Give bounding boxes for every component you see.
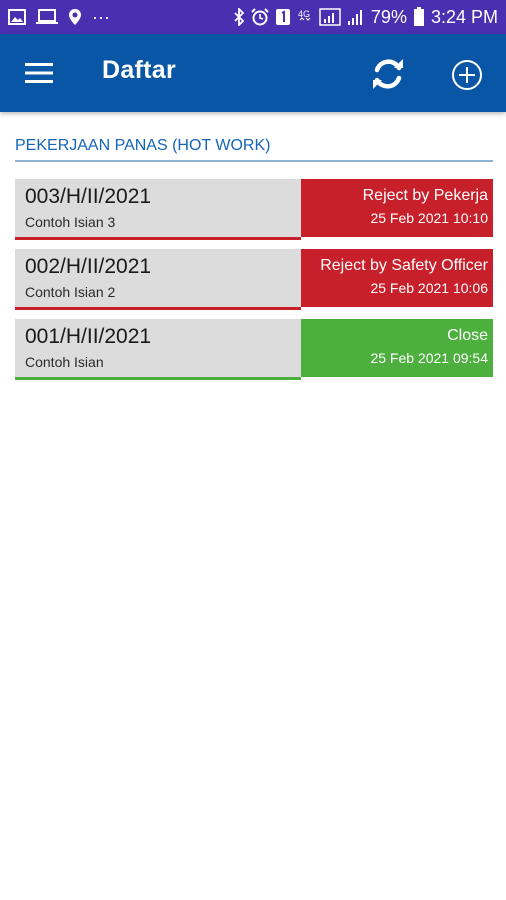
menu-button[interactable]	[22, 56, 56, 90]
section-divider	[15, 160, 493, 162]
hamburger-menu-icon	[25, 63, 53, 83]
item-info: 001/H/II/2021 Contoh Isian	[15, 319, 301, 377]
status-underline	[15, 237, 301, 240]
status-panel: Close 25 Feb 2021 09:54	[301, 319, 493, 377]
list-item[interactable]: 002/H/II/2021 Contoh Isian 2 Reject by S…	[15, 249, 493, 310]
laptop-icon	[36, 9, 58, 25]
battery-percent: 79%	[370, 6, 407, 27]
clock: 3:24 PM	[430, 6, 498, 27]
list-item[interactable]: 003/H/II/2021 Contoh Isian 3 Reject by P…	[15, 179, 493, 240]
status-date: 25 Feb 2021 09:54	[370, 350, 488, 366]
section-title: PEKERJAAN PANAS (HOT WORK)	[15, 137, 271, 154]
permit-list: 003/H/II/2021 Contoh Isian 3 Reject by P…	[15, 179, 493, 389]
permit-number: 003/H/II/2021	[25, 185, 152, 208]
network-4g-icon: 4G	[297, 7, 313, 27]
more-notifications-icon: ···	[92, 6, 110, 27]
svg-text:4G: 4G	[298, 9, 310, 19]
status-panel: Reject by Safety Officer 25 Feb 2021 10:…	[301, 249, 493, 307]
list-item[interactable]: 001/H/II/2021 Contoh Isian Close 25 Feb …	[15, 319, 493, 380]
bluetooth-icon	[233, 8, 245, 26]
signal-icon	[319, 7, 341, 27]
status-label: Close	[447, 327, 488, 344]
status-label: Reject by Pekerja	[362, 187, 488, 204]
permit-description: Contoh Isian 3	[25, 214, 116, 230]
signal-bars-icon	[347, 8, 365, 26]
notification-badge-icon	[275, 8, 291, 26]
add-circle-icon	[452, 60, 482, 90]
app-bar: Daftar	[0, 34, 506, 112]
battery-icon	[413, 7, 425, 27]
status-bar: ··· 4G 79% 3:24 PM	[0, 0, 506, 34]
refresh-button[interactable]	[368, 54, 408, 94]
item-info: 003/H/II/2021 Contoh Isian 3	[15, 179, 301, 237]
status-underline	[15, 377, 301, 380]
location-icon	[68, 8, 82, 26]
add-button[interactable]	[448, 56, 486, 94]
permit-number: 001/H/II/2021	[25, 325, 152, 348]
status-date: 25 Feb 2021 10:06	[370, 280, 488, 296]
page-title: Daftar	[102, 56, 177, 84]
permit-number: 002/H/II/2021	[25, 255, 152, 278]
permit-description: Contoh Isian	[25, 354, 104, 370]
item-info: 002/H/II/2021 Contoh Isian 2	[15, 249, 301, 307]
refresh-icon	[373, 59, 403, 89]
status-underline	[15, 307, 301, 310]
permit-description: Contoh Isian 2	[25, 284, 116, 300]
image-icon	[8, 9, 26, 25]
status-label: Reject by Safety Officer	[320, 257, 488, 274]
status-panel: Reject by Pekerja 25 Feb 2021 10:10	[301, 179, 493, 237]
status-date: 25 Feb 2021 10:10	[370, 210, 488, 226]
alarm-icon	[251, 8, 269, 26]
